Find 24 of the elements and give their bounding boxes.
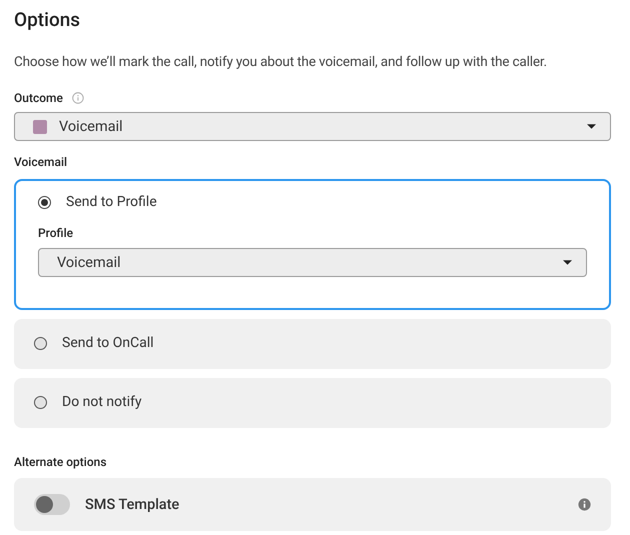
radio-button[interactable]	[38, 196, 51, 208]
caret-icon	[587, 124, 596, 129]
option-card[interactable]: Send to OnCall	[14, 319, 611, 369]
radio-button[interactable]	[34, 396, 47, 408]
outcome-select[interactable]: Voicemail	[14, 112, 611, 141]
select-value: Voicemail	[57, 254, 121, 271]
page-title: Options	[14, 8, 82, 32]
option-label: Do not notify	[62, 394, 142, 410]
option-card[interactable]: Do not notify	[14, 378, 611, 428]
description: Choose how we’ll mark the call, notify you about the voicemail, and follow up with the caller.	[14, 53, 548, 71]
section-label: Alternate options	[14, 455, 108, 469]
radio-button[interactable]	[34, 336, 47, 350]
toggle-switch[interactable]	[34, 494, 70, 515]
option-card[interactable]: Send to Profile Profile Voicemail	[14, 179, 611, 310]
option-label: SMS Template	[85, 496, 180, 513]
field-label: Profile	[38, 226, 74, 240]
profile-select[interactable]: Voicemail	[38, 248, 587, 277]
select-value: Voicemail	[59, 118, 123, 135]
field-label: Outcome	[14, 91, 63, 105]
option-label: Send to Profile	[66, 194, 157, 210]
section-label: Voicemail	[14, 155, 68, 169]
info-icon[interactable]	[578, 498, 591, 511]
caret-icon	[563, 260, 572, 265]
option-label: Send to OnCall	[62, 335, 154, 351]
